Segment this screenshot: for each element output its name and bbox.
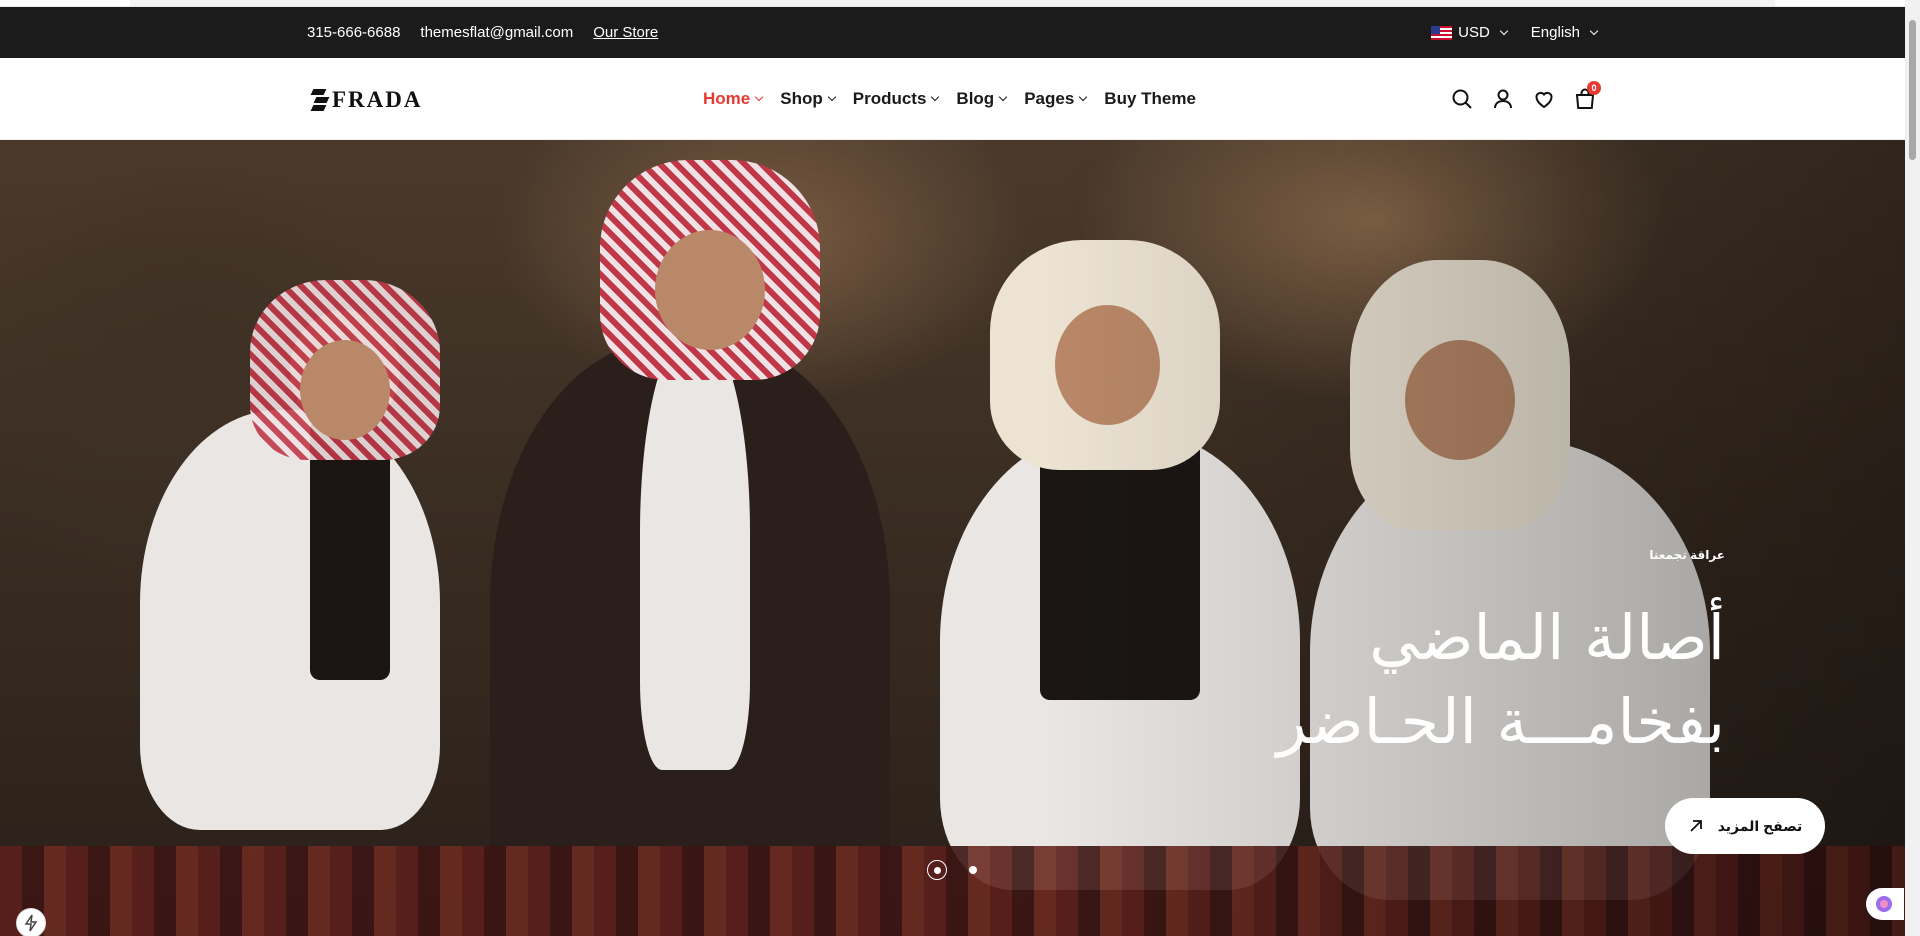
header-icons: 0: [1450, 58, 1601, 140]
search-icon[interactable]: [1450, 87, 1474, 111]
nav-label: Pages: [1024, 89, 1075, 108]
topbar-contact: 315-666-6688 themesflat@gmail.com Our St…: [307, 7, 658, 58]
nav-label: Buy Theme: [1104, 89, 1196, 108]
topbar: 315-666-6688 themesflat@gmail.com Our St…: [0, 7, 1905, 58]
nav-item-blog[interactable]: Blog: [956, 89, 1008, 109]
logo-mark-icon: [310, 89, 330, 111]
slider-dot-1[interactable]: [927, 860, 947, 880]
chevron-down-icon: [1499, 26, 1509, 35]
assistant-widget-icon[interactable]: [1866, 888, 1904, 920]
chevron-down-icon: [827, 92, 836, 102]
scrollbar-thumb[interactable]: [1909, 20, 1916, 160]
slider-pagination: [927, 860, 977, 880]
hero-text: عراقة تجمعنا أصالة الماضي بفخامـــة الحـ…: [1165, 548, 1725, 764]
slider-dot-2[interactable]: [969, 866, 977, 874]
us-flag-icon: [1431, 25, 1453, 40]
topbar-phone[interactable]: 315-666-6688: [307, 24, 400, 41]
nav-item-products[interactable]: Products: [852, 89, 940, 109]
cart-count-badge: 0: [1587, 81, 1601, 95]
cart-icon[interactable]: 0: [1573, 81, 1601, 111]
browse-more-label: تصفح المزيد: [1717, 817, 1803, 834]
topbar-selectors: USD English: [1431, 7, 1599, 58]
currency-label: USD: [1458, 24, 1490, 41]
nav-item-pages[interactable]: Pages: [1024, 89, 1088, 109]
logo-text: FRADA: [332, 87, 423, 112]
nav-label: Blog: [956, 89, 995, 108]
chevron-down-icon: [998, 92, 1008, 102]
strip-inner: [130, 0, 1775, 6]
chevron-down-icon: [1589, 26, 1599, 35]
hero-slider: عراقة تجمعنا أصالة الماضي بفخامـــة الحـ…: [0, 140, 1905, 936]
chevron-down-icon: [754, 92, 764, 102]
page-scrollbar[interactable]: [1905, 0, 1920, 936]
nav-label: Home: [703, 89, 751, 108]
arrow-up-right-icon: [1690, 820, 1702, 832]
nav-item-home[interactable]: Home: [703, 89, 764, 109]
lightning-widget-icon[interactable]: [16, 908, 46, 936]
site-logo[interactable]: FRADA: [310, 87, 423, 113]
language-selector[interactable]: English: [1530, 24, 1599, 41]
hero-title-line-1: أصالة الماضي: [1369, 601, 1725, 674]
user-icon[interactable]: [1491, 87, 1515, 111]
nav-item-buy-theme[interactable]: Buy Theme: [1104, 89, 1196, 109]
currency-selector[interactable]: USD: [1431, 24, 1509, 41]
hero-title-line-2: بفخامـــة الحـاضر: [1276, 685, 1725, 758]
topbar-email[interactable]: themesflat@gmail.com: [420, 24, 573, 41]
heart-icon[interactable]: [1532, 87, 1556, 111]
nav-item-shop[interactable]: Shop: [780, 89, 836, 109]
main-nav: Home Shop Products Blog Pages Buy Theme: [703, 58, 1196, 140]
nav-label: Shop: [780, 89, 823, 108]
language-label: English: [1530, 24, 1580, 41]
our-store-link[interactable]: Our Store: [593, 24, 658, 41]
hero-subtitle: عراقة تجمعنا: [1649, 548, 1725, 562]
browse-more-button[interactable]: تصفح المزيد: [1665, 798, 1825, 854]
browser-top-strip: [0, 0, 1905, 7]
nav-label: Products: [852, 89, 927, 108]
main-header: FRADA Home Shop Products Blog Pages Buy …: [0, 58, 1905, 140]
chevron-down-icon: [1079, 92, 1088, 102]
chevron-down-icon: [931, 92, 940, 102]
